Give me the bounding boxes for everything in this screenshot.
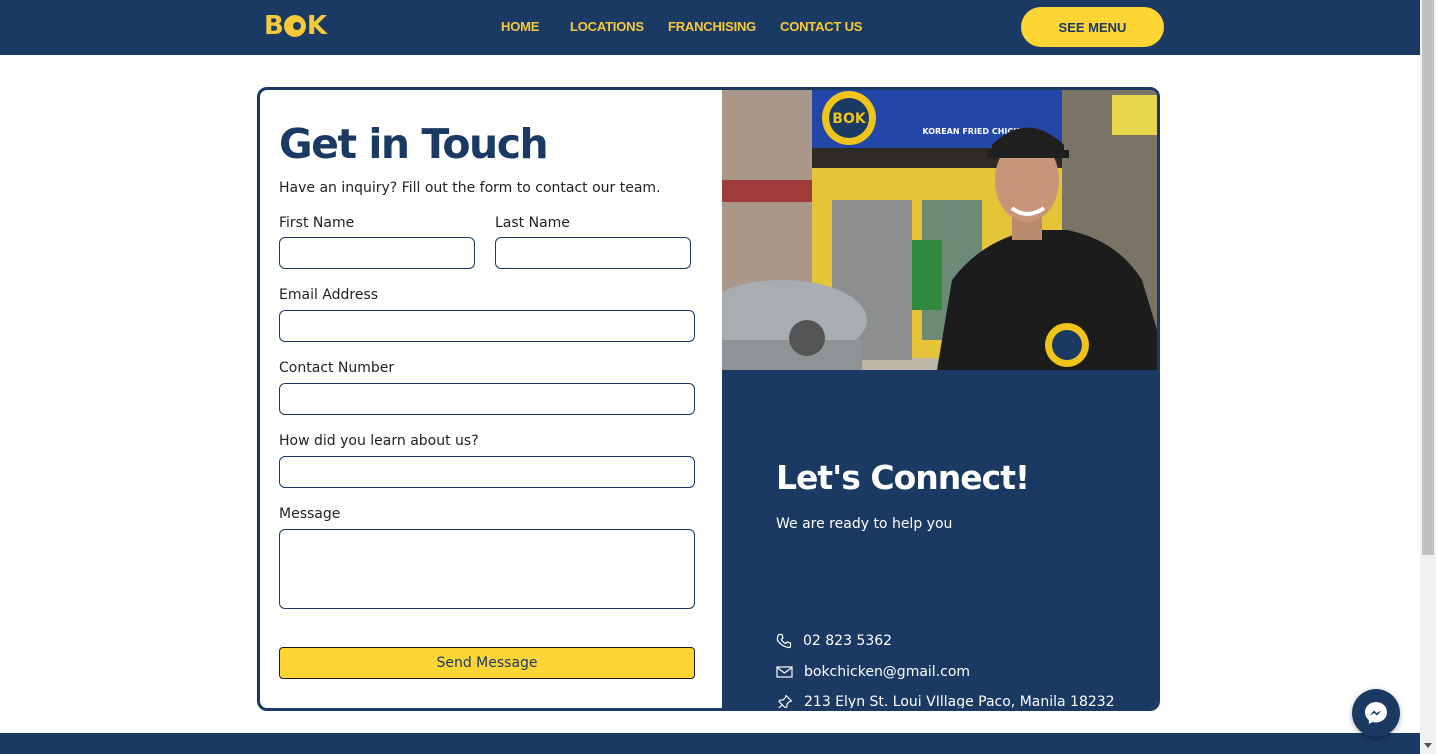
connect-subtitle: We are ready to help you	[776, 516, 953, 532]
message-label: Message	[279, 506, 341, 522]
message-textarea[interactable]	[279, 529, 695, 609]
contact-card: Get in Touch Have an inquiry? Fill out t…	[257, 87, 1160, 711]
contact-phone-row: 02 823 5362	[776, 632, 892, 650]
footer-strip	[0, 733, 1420, 754]
contact-email-text[interactable]: bokchicken@gmail.com	[804, 664, 970, 680]
contact-address-row: 213 Elyn St. Loui VIllage Paco, Manila 1…	[776, 693, 1115, 710]
nav-link-franchising[interactable]: FRANCHISING	[668, 19, 756, 34]
form-title: Get in Touch	[279, 120, 549, 168]
see-menu-button[interactable]: SEE MENU	[1021, 7, 1164, 47]
referral-input[interactable]	[279, 456, 695, 488]
nav-link-home[interactable]: HOME	[501, 19, 539, 34]
nav-links: HOME LOCATIONS FRANCHISING CONTACT US	[0, 19, 1420, 35]
contact-info-panel: Let's Connect! We are ready to help you …	[722, 370, 1157, 708]
contact-address-text: 213 Elyn St. Loui VIllage Paco, Manila 1…	[804, 694, 1115, 710]
scroll-down-arrow-icon[interactable]	[1424, 743, 1432, 748]
photo-sign-text: BOK	[832, 111, 867, 127]
contact-email-row: bokchicken@gmail.com	[776, 663, 970, 681]
contact-form: Get in Touch Have an inquiry? Fill out t…	[260, 90, 722, 708]
top-navbar: BK HOME LOCATIONS FRANCHISING CONTACT US…	[0, 0, 1420, 55]
store-front-staff-illustration: BOK KOREAN FRIED CHICKEN	[722, 90, 1157, 370]
last-name-input[interactable]	[495, 237, 691, 269]
mail-icon	[776, 666, 793, 678]
messenger-chat-button[interactable]	[1352, 689, 1400, 737]
first-name-input[interactable]	[279, 237, 475, 269]
referral-label: How did you learn about us?	[279, 433, 479, 449]
email-input[interactable]	[279, 310, 695, 342]
last-name-label: Last Name	[495, 215, 570, 231]
messenger-icon	[1365, 702, 1387, 724]
scrollbar-thumb[interactable]	[1422, 0, 1434, 555]
contact-number-input[interactable]	[279, 383, 695, 415]
nav-link-contact-us[interactable]: CONTACT US	[780, 19, 862, 34]
store-front-photo: BOK KOREAN FRIED CHICKEN	[722, 90, 1157, 370]
phone-icon	[776, 633, 792, 649]
page-scrollbar[interactable]	[1420, 0, 1436, 754]
form-subtitle: Have an inquiry? Fill out the form to co…	[279, 180, 661, 196]
connect-title: Let's Connect!	[776, 458, 1030, 497]
contact-number-label: Contact Number	[279, 360, 395, 376]
nav-link-locations[interactable]: LOCATIONS	[570, 19, 644, 34]
send-message-button[interactable]: Send Message	[279, 647, 695, 679]
contact-phone-text: 02 823 5362	[803, 633, 893, 649]
email-label: Email Address	[279, 287, 379, 303]
pin-icon	[777, 694, 793, 708]
first-name-label: First Name	[279, 215, 355, 231]
